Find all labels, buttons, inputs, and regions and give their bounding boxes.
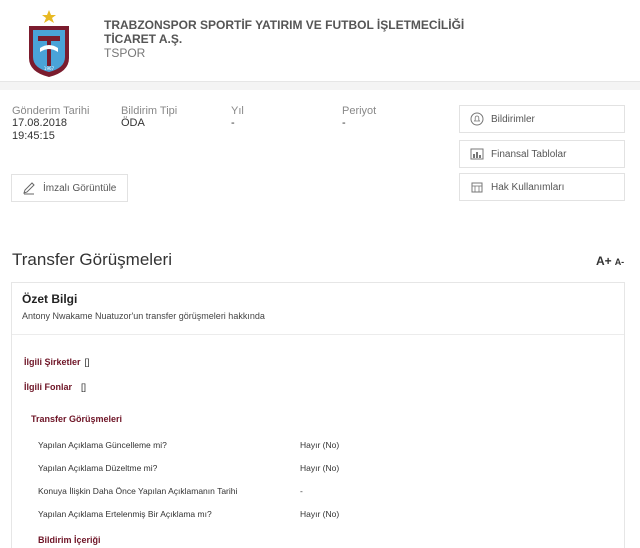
notifications-label: Bildirimler: [491, 113, 535, 125]
type-value: ÖDA: [121, 117, 145, 129]
panel-divider: [12, 334, 624, 335]
related-companies-value: []: [84, 357, 90, 367]
font-size-controls: A+ A-: [596, 254, 624, 268]
summary-text: Antony Nwakame Nuatuzor'un transfer görü…: [22, 311, 265, 321]
related-funds-value: []: [81, 382, 87, 392]
chart-icon: [470, 147, 484, 161]
row-value: Hayır (No): [300, 509, 340, 519]
row-label: Yapılan Açıklama Ertelenmiş Bir Açıklama…: [38, 509, 212, 519]
summary-title: Özet Bilgi: [22, 292, 78, 306]
row-value: Hayır (No): [300, 463, 340, 473]
row-label: Yapılan Açıklama Düzeltme mi?: [38, 463, 158, 473]
related-funds-label[interactable]: İlgili Fonlar: [24, 382, 72, 392]
year-label: Yıl: [231, 105, 244, 117]
font-increase-button[interactable]: A+: [596, 254, 612, 268]
send-date-label: Gönderim Tarihi: [12, 105, 90, 117]
content-title: Bildirim İçeriği: [38, 535, 101, 545]
row-label: Konuya İlişkin Daha Önce Yapılan Açıklam…: [38, 486, 238, 496]
period-value: -: [342, 117, 346, 129]
type-block: Bildirim Tipi ÖDA: [121, 105, 177, 130]
send-date-block: Gönderim Tarihi 17.08.2018 19:45:15: [12, 105, 89, 143]
company-ticker: TSPOR: [104, 46, 146, 60]
year-value: -: [231, 117, 235, 129]
notifications-button[interactable]: Bildirimler: [459, 105, 625, 133]
related-companies: İlgili Şirketler[]: [24, 357, 90, 367]
page-title: Transfer Görüşmeleri: [12, 250, 172, 269]
header-divider: [0, 82, 640, 90]
financial-tables-label: Finansal Tablolar: [491, 148, 567, 160]
rights-button[interactable]: Hak Kullanımları: [459, 173, 625, 201]
financial-tables-button[interactable]: Finansal Tablolar: [459, 140, 625, 168]
row-value: Hayır (No): [300, 440, 340, 450]
bell-icon: [470, 112, 484, 126]
signed-view-label: İmzalı Görüntüle: [43, 182, 117, 194]
send-date-value: 17.08.2018: [12, 117, 68, 129]
period-block: Periyot -: [342, 105, 376, 130]
send-time-value: 19:45:15: [12, 130, 55, 142]
signed-view-button[interactable]: İmzalı Görüntüle: [11, 174, 128, 202]
section-title: Transfer Görüşmeleri: [31, 414, 123, 424]
company-name: TRABZONSPOR SPORTİF YATIRIM VE FUTBOL İŞ…: [104, 18, 465, 46]
pen-icon: [22, 181, 36, 195]
related-funds: İlgili Fonlar []: [24, 382, 86, 392]
period-label: Periyot: [342, 105, 377, 117]
rights-label: Hak Kullanımları: [491, 181, 565, 193]
row-value: -: [300, 486, 303, 496]
svg-text:1967: 1967: [44, 66, 55, 71]
building-icon: [470, 180, 484, 194]
type-label: Bildirim Tipi: [121, 105, 178, 117]
year-block: Yıl -: [231, 105, 244, 130]
company-header: 1967 TRABZONSPOR SPORTİF YATIRIM VE FUTB…: [0, 0, 640, 82]
row-label: Yapılan Açıklama Güncelleme mi?: [38, 440, 167, 450]
related-companies-label[interactable]: İlgili Şirketler: [24, 357, 81, 367]
club-logo: 1967: [29, 10, 69, 77]
font-decrease-button[interactable]: A-: [615, 257, 625, 267]
